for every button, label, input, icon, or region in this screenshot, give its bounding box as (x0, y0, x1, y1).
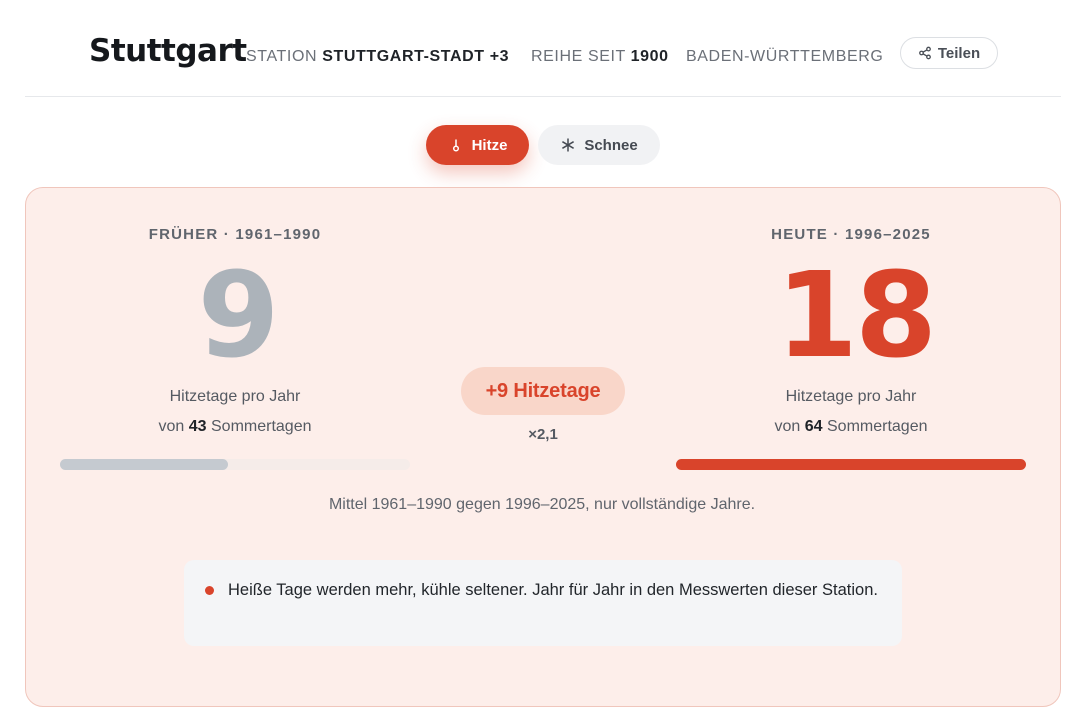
insight-bullet (205, 586, 214, 595)
before-summer-days: von 43 Sommertagen (110, 418, 360, 436)
tab-schnee-label: Schnee (584, 136, 638, 154)
now-from-suffix: Sommertagen (827, 418, 928, 435)
comparison-footnote: Mittel 1961–1990 gegen 1996–2025, nur vo… (328, 496, 756, 513)
before-value: 9 (197, 246, 279, 384)
insight-box: Heiße Tage werden mehr, kühle seltener. … (184, 560, 902, 646)
now-from-value: 64 (804, 418, 823, 435)
before-bar-fill (60, 459, 228, 470)
header-divider (25, 96, 1061, 97)
snowflake-icon (562, 138, 575, 152)
page-header: Stuttgart STATION STUTTGART-STADT +3 REI… (0, 0, 1080, 97)
now-bar (676, 459, 1026, 470)
insight-text: Heiße Tage werden mehr, kühle seltener. … (228, 581, 878, 599)
now-label: HEUTE · 1996–2025 (771, 226, 931, 243)
now-from-prefix: von (774, 418, 801, 435)
now-summer-days: von 64 Sommertagen (726, 418, 976, 436)
share-icon (918, 46, 931, 60)
factor-label: ×2,1 (528, 426, 558, 443)
station-label: STATION (246, 48, 318, 65)
before-from-value: 43 (188, 418, 207, 435)
series-value: 1900 (630, 48, 669, 65)
station-meta: STATION STUTTGART-STADT +3 (246, 48, 509, 66)
tab-hitze-label: Hitze (471, 136, 508, 154)
series-label: REIHE SEIT (531, 48, 626, 65)
before-bar (60, 459, 410, 470)
share-button[interactable]: Teilen (900, 37, 998, 69)
station-value: STUTTGART-STADT +3 (322, 48, 510, 65)
now-unit: Hitzetage pro Jahr (785, 388, 917, 405)
delta-badge: +9 Hitzetage (461, 367, 625, 415)
before-from-prefix: von (158, 418, 185, 435)
before-unit: Hitzetage pro Jahr (169, 388, 301, 405)
series-meta: REIHE SEIT 1900 (531, 48, 669, 66)
tab-hitze[interactable]: Hitze (426, 125, 529, 165)
thermometer-icon (452, 139, 459, 152)
city-title: Stuttgart (89, 33, 247, 69)
now-value: 18 (775, 246, 937, 384)
state-meta: BADEN-WÜRTTEMBERG (686, 48, 884, 65)
before-label: FRÜHER · 1961–1990 (148, 226, 322, 243)
tab-schnee[interactable]: Schnee (538, 125, 660, 165)
share-label: Teilen (937, 44, 981, 62)
before-from-suffix: Sommertagen (211, 418, 312, 435)
now-bar-fill (676, 459, 1026, 470)
